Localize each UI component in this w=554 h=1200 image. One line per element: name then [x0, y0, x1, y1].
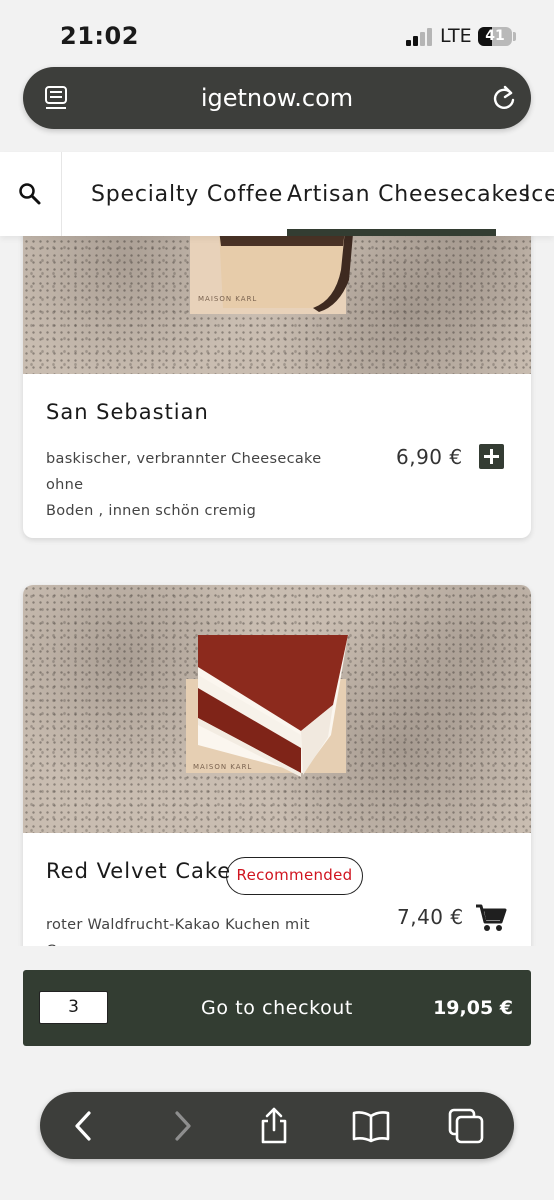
- category-search-button[interactable]: [0, 152, 62, 236]
- red-velvet-illustration: MAISON KARL: [186, 635, 348, 777]
- active-tab-indicator: [287, 229, 496, 236]
- product-description-line: baskischer, verbrannter Cheesecake ohne: [46, 451, 322, 493]
- battery-level: 41: [485, 28, 505, 44]
- product-name[interactable]: Red Velvet Cake: [46, 859, 231, 883]
- product-description-line: Boden , innen schön cremig: [46, 503, 257, 519]
- share-icon[interactable]: [254, 1106, 294, 1146]
- checkout-button[interactable]: 3 Go to checkout 19,05 €: [23, 970, 531, 1046]
- bookmarks-icon[interactable]: [351, 1106, 391, 1146]
- forward-button[interactable]: [162, 1106, 202, 1146]
- tab-ice[interactable]: Ice: [524, 182, 554, 207]
- product-card[interactable]: MAISON KARL Red Velvet Cake Recommended …: [23, 585, 531, 985]
- tab-artisan-cheesecakes[interactable]: Artisan Cheesecakes: [287, 182, 531, 207]
- back-icon[interactable]: [64, 1106, 104, 1146]
- tabs-button[interactable]: [446, 1106, 486, 1146]
- battery-tip: [513, 32, 516, 41]
- recommended-badge: Recommended: [226, 857, 363, 895]
- status-bar: 21:02 LTE 41: [0, 0, 554, 66]
- maison-karl-label: MAISON KARL: [198, 295, 257, 303]
- tabs-icon[interactable]: [446, 1106, 486, 1146]
- product-image: MAISON KARL: [23, 585, 531, 833]
- url-bar[interactable]: igetnow.com: [23, 67, 531, 129]
- product-description: baskischer, verbrannter Cheesecake ohne …: [46, 446, 346, 524]
- reload-icon[interactable]: [491, 84, 517, 112]
- network-type: LTE: [440, 25, 472, 47]
- url-text[interactable]: igetnow.com: [23, 67, 531, 129]
- share-button[interactable]: [254, 1106, 294, 1146]
- forward-icon[interactable]: [162, 1106, 202, 1146]
- bookmarks-button[interactable]: [351, 1106, 391, 1146]
- battery-icon: 41: [478, 27, 512, 46]
- product-price: 6,90 €: [396, 445, 463, 469]
- add-to-cart-button[interactable]: [479, 444, 504, 469]
- cart-icon[interactable]: [475, 903, 507, 933]
- search-icon[interactable]: [18, 182, 42, 206]
- checkout-total: 19,05 €: [433, 997, 513, 1019]
- maison-karl-label: MAISON KARL: [193, 763, 252, 771]
- product-name[interactable]: San Sebastian: [46, 400, 209, 424]
- product-price: 7,40 €: [397, 905, 464, 929]
- signal-icon: [406, 28, 434, 46]
- tab-specialty-coffee[interactable]: Specialty Coffee: [91, 182, 283, 207]
- back-button[interactable]: [64, 1106, 104, 1146]
- product-card[interactable]: MAISON KARL San Sebastian baskischer, ve…: [23, 210, 531, 538]
- browser-toolbar: [40, 1092, 514, 1159]
- status-time: 21:02: [60, 22, 139, 50]
- category-nav: Specialty Coffee Artisan Cheesecakes Ice: [0, 152, 554, 236]
